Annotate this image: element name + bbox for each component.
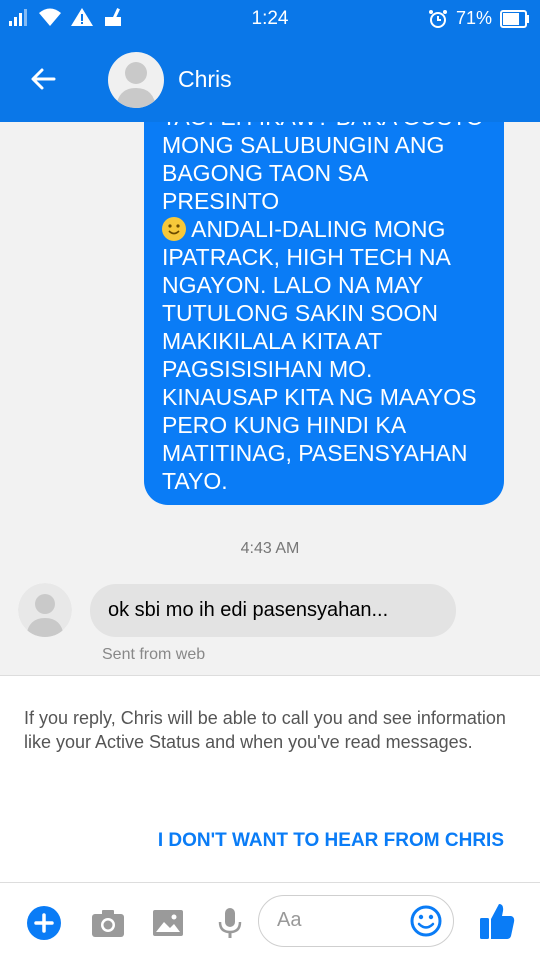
microphone-icon[interactable] [212,905,248,941]
gallery-icon[interactable] [150,905,186,941]
composer-bar: Aa [0,882,540,961]
outgoing-message-text-part1: TAO. EH IKAW? BAKA GUSTO MONG SALUBUNGIN… [162,122,484,214]
thumbs-up-icon[interactable] [478,901,516,941]
back-arrow-icon[interactable] [28,64,58,94]
alarm-icon [428,9,447,28]
message-request-notice: If you reply, Chris will be able to call… [24,708,506,752]
message-timestamp: 4:43 AM [240,540,300,557]
message-thread[interactable]: TAO. EH IKAW? BAKA GUSTO MONG SALUBUNGIN… [0,122,540,675]
default-avatar-icon [116,62,156,108]
incoming-message-bubble[interactable]: ok sbi mo ih edi pasensyahan... [90,584,456,637]
status-bar: 1:24 71% [0,0,540,38]
battery-percent: 71% [455,8,492,28]
contact-name[interactable]: Chris [178,66,232,93]
message-request-panel: If you reply, Chris will be able to call… [0,675,540,883]
outgoing-message-text-part2: ANDALI-DALING MONG IPATRACK, HIGH TECH N… [162,216,477,494]
status-icons-right: 71% [428,8,530,29]
outgoing-message-bubble[interactable]: TAO. EH IKAW? BAKA GUSTO MONG SALUBUNGIN… [144,122,504,505]
sender-avatar[interactable] [18,583,72,637]
message-source-label: Sent from web [102,646,206,663]
plus-icon[interactable] [26,905,62,941]
message-input-placeholder: Aa [277,909,302,931]
default-avatar-icon [18,583,72,637]
smiley-emoji-icon [162,217,186,241]
ignore-contact-button[interactable]: I DON'T WANT TO HEAR FROM CHRIS [158,830,504,852]
message-input[interactable]: Aa [258,895,454,947]
emoji-icon[interactable] [409,904,443,938]
conversation-header: Chris [0,38,540,122]
battery-icon [500,9,529,28]
contact-avatar[interactable] [108,52,164,108]
camera-icon[interactable] [90,905,126,941]
